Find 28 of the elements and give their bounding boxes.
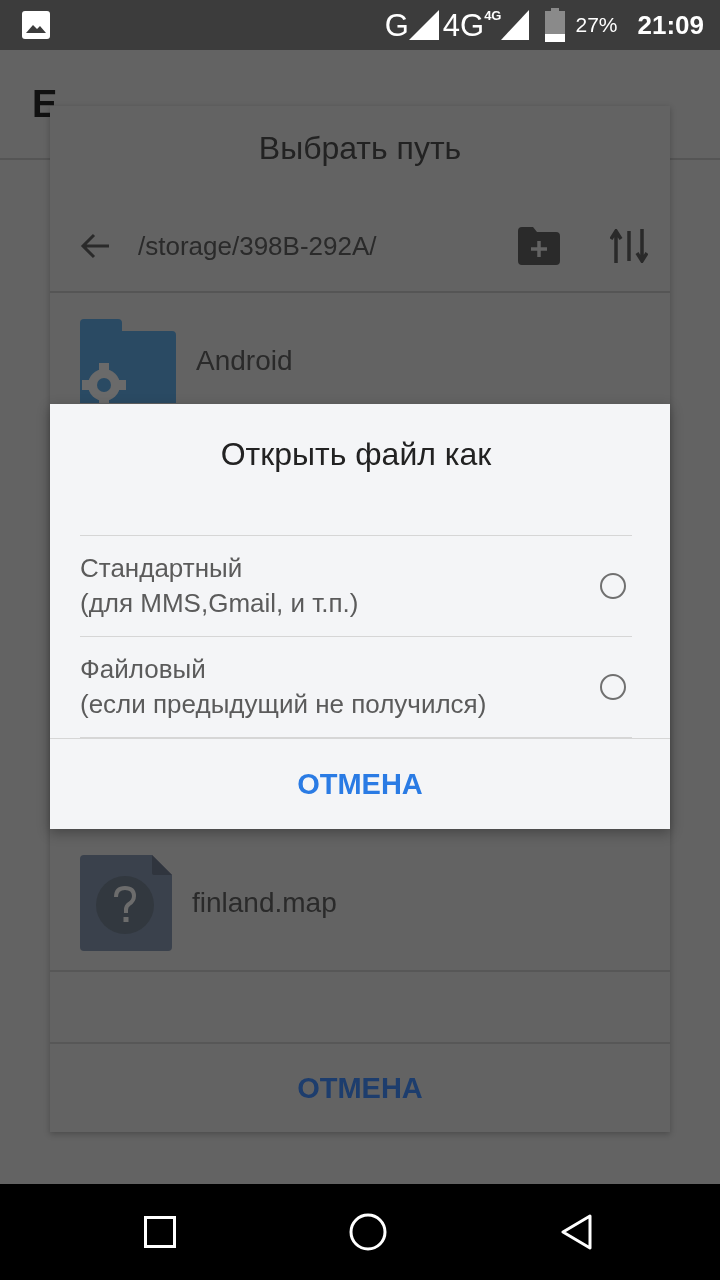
battery-icon (545, 8, 566, 42)
image-icon (22, 11, 50, 39)
radio-button[interactable] (600, 674, 626, 700)
back-icon[interactable] (560, 1214, 592, 1250)
signal-icon (408, 10, 439, 40)
network-label: 4G (484, 8, 502, 23)
dialog-title: Выбрать путь (257, 129, 463, 168)
option-label[interactable]: Стандартный (для MMS,Gmail, и т.п.) (80, 551, 600, 621)
path-text: /storage/398B-292A/ (138, 230, 378, 262)
file-name: Android (196, 344, 293, 377)
square-icon[interactable] (144, 1216, 176, 1248)
network-type: G (384, 9, 409, 41)
folder-gear-icon (80, 318, 176, 403)
dialog-title: Открыть файл как (80, 404, 632, 536)
battery-percent: 27% (575, 13, 618, 37)
radio-button[interactable] (600, 573, 626, 599)
option-label[interactable]: Файловый (если предыдущий не получился) (80, 652, 600, 722)
cancel-button[interactable]: ОТМЕНА (50, 739, 670, 829)
file-row[interactable]: finland.map (50, 835, 670, 972)
network-type: 4G (442, 9, 485, 41)
back-arrow-icon[interactable] (80, 233, 110, 259)
clock: 21:09 (637, 9, 704, 41)
sort-icon[interactable] (610, 229, 648, 263)
new-folder-icon[interactable] (518, 227, 560, 265)
unknown-file-icon (80, 854, 172, 951)
home-icon[interactable] (349, 1213, 387, 1251)
file-name: finland.map (192, 886, 337, 919)
signal-icon (501, 10, 530, 40)
